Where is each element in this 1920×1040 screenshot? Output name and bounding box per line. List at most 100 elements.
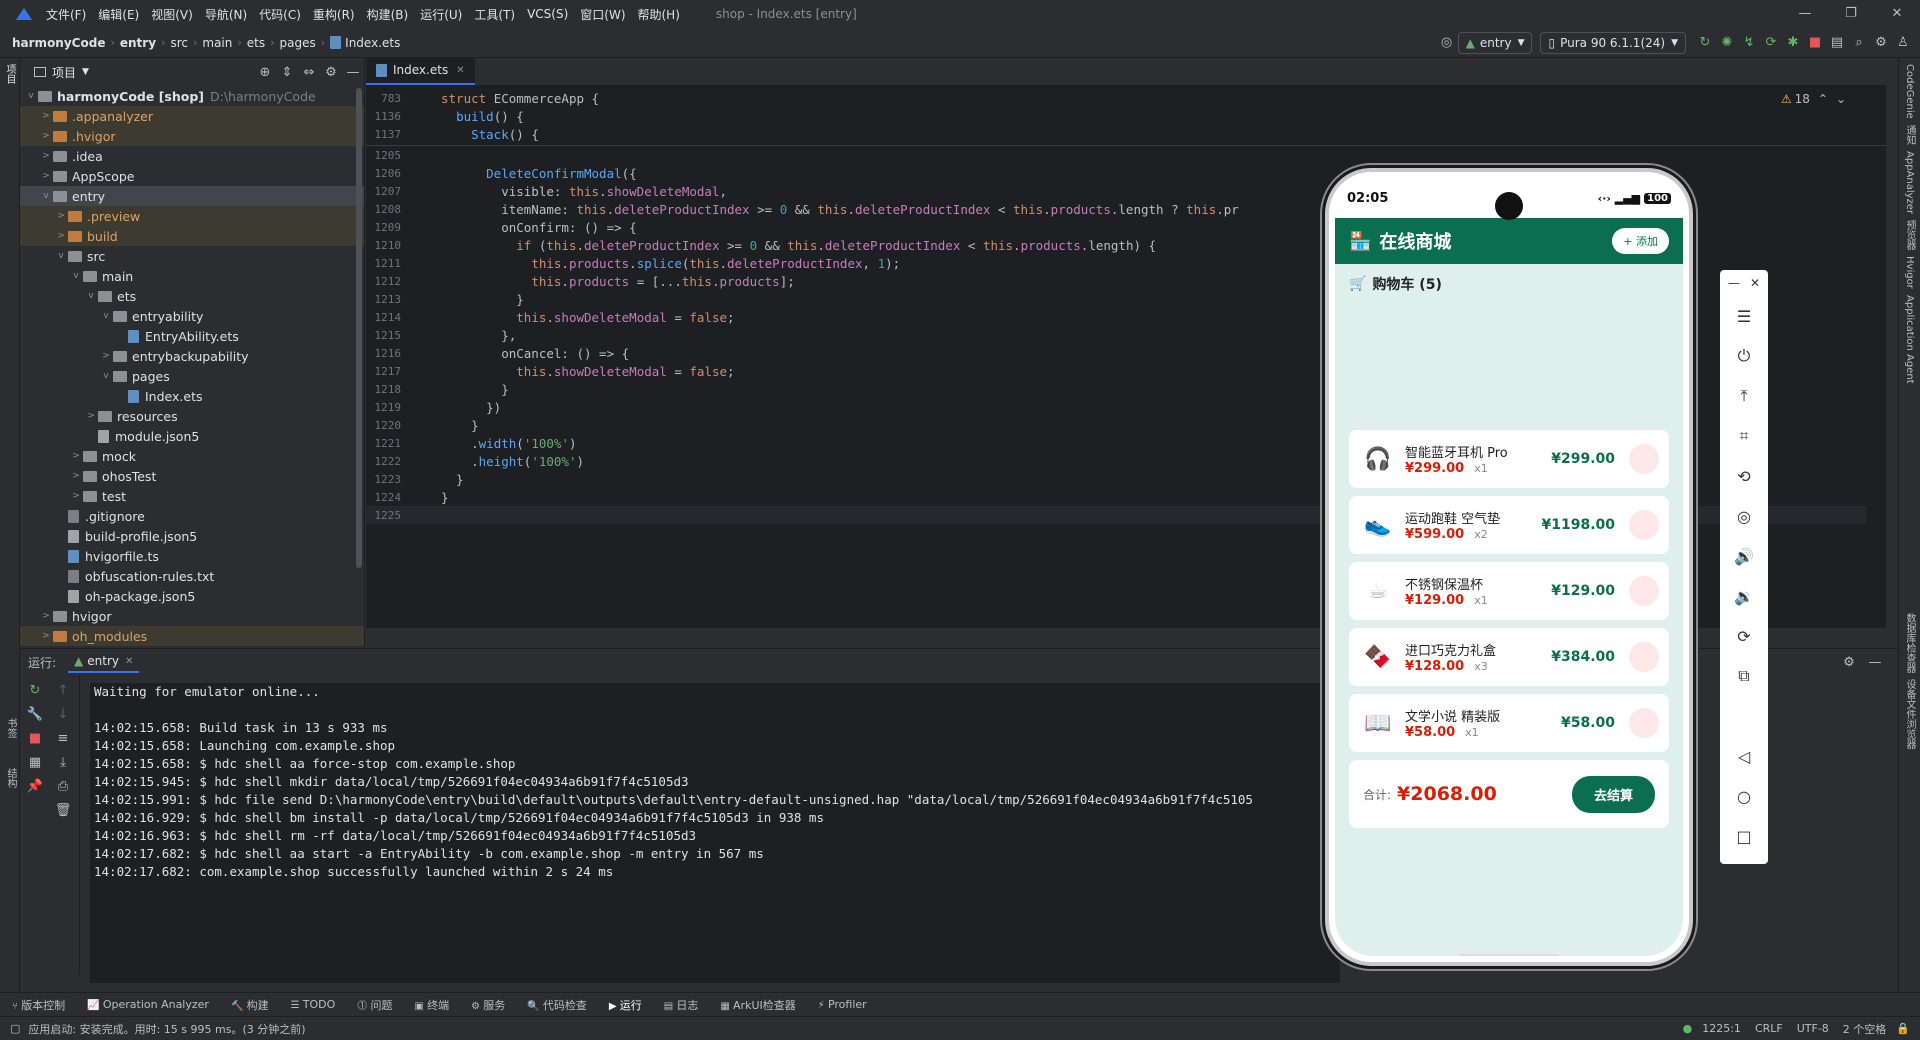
menu-item[interactable]: VCS(S) (527, 7, 568, 21)
tool-hvigor[interactable]: Hvigor (1904, 256, 1915, 289)
tree-node[interactable]: > .preview (20, 206, 364, 226)
layout-icon[interactable]: ▦ (24, 751, 46, 773)
hide-panel-icon[interactable]: — (1864, 651, 1886, 673)
code-line[interactable]: 1205 (366, 146, 1866, 164)
pin-icon[interactable]: 📌 (24, 775, 46, 797)
tool-database-inspector[interactable]: 数据库检查器 (1902, 613, 1917, 673)
collapse-all-icon[interactable]: ⇔ (298, 61, 320, 83)
bottom-tab[interactable]: 📈 Operation Analyzer (87, 998, 209, 1011)
connection-icon[interactable]: ● (1683, 1022, 1693, 1035)
target-icon[interactable]: ◎ (1436, 32, 1458, 54)
bottom-tab[interactable]: ☰ TODO (291, 998, 336, 1011)
breadcrumb-item[interactable]: src (170, 36, 188, 50)
breadcrumb-item[interactable]: ets (247, 36, 265, 50)
tree-node[interactable]: v entryability (20, 306, 364, 326)
bottom-tab[interactable]: 🔍 代码检查 (527, 997, 587, 1013)
menu-item[interactable]: 代码(C) (259, 6, 301, 23)
delete-item-button[interactable] (1629, 510, 1659, 540)
bookmarks-tool-button[interactable]: 书签 (3, 718, 18, 738)
tree-node[interactable]: build-profile.json5 (20, 526, 364, 546)
code-line[interactable]: 783 struct ECommerceApp { (366, 89, 1886, 107)
arrow-down-icon[interactable]: ↓ (52, 703, 74, 725)
tree-node[interactable]: > entrybackupability (20, 346, 364, 366)
gear-icon[interactable]: ⚙ (1838, 651, 1860, 673)
tab-index-ets[interactable]: Index.ets ✕ (366, 57, 475, 85)
menu-item[interactable]: 导航(N) (205, 6, 247, 23)
menu-item[interactable]: 重构(R) (313, 6, 355, 23)
minimize-icon[interactable]: — (1782, 0, 1828, 28)
arrow-up-icon[interactable]: ↑ (52, 679, 74, 701)
delete-item-button[interactable] (1629, 576, 1659, 606)
breadcrumb-item[interactable]: harmonyCode (12, 36, 105, 50)
trash-icon[interactable]: 🗑 (52, 799, 74, 821)
delete-item-button[interactable] (1629, 708, 1659, 738)
tree-node[interactable]: > build (20, 226, 364, 246)
restore-icon[interactable]: ❐ (1828, 0, 1874, 28)
project-panel-title[interactable]: 项目 (52, 64, 76, 81)
chevron-down-icon[interactable]: ▼ (82, 67, 89, 77)
delete-item-button[interactable] (1629, 642, 1659, 672)
apply-changes-icon[interactable]: ⟳ (1760, 32, 1782, 54)
tree-node[interactable]: Index.ets (20, 386, 364, 406)
structure-tool-button[interactable]: 结构 (3, 768, 18, 788)
crop-icon[interactable]: ⌗ (1739, 416, 1748, 456)
breadcrumb-item[interactable]: main (202, 36, 232, 50)
hide-panel-icon[interactable]: — (342, 61, 364, 83)
menu-item[interactable]: 帮助(H) (638, 6, 680, 23)
upload-icon[interactable]: ⤒ (1740, 376, 1747, 416)
tree-node[interactable]: v pages (20, 366, 364, 386)
emulator-screen[interactable]: 02:05 ‹·› ▂▄▆ 100 🏪 在线商城 + 添加 🛒 购物车 (5) … (1335, 178, 1683, 956)
line-separator[interactable]: CRLF (1755, 1022, 1783, 1035)
minimize-icon[interactable]: — (1728, 276, 1740, 290)
close-icon[interactable]: ✕ (1750, 276, 1760, 290)
bottom-tab[interactable]: ⓵ 问题 (357, 997, 392, 1013)
sticky-scroll-header[interactable]: 783 struct ECommerceApp {1136 build() {11… (366, 86, 1886, 146)
tool-notifications[interactable]: 通知 (1902, 125, 1917, 145)
attach-debugger-icon[interactable]: ↯ (1738, 32, 1760, 54)
tool-codegenie[interactable]: CodeGenie (1904, 64, 1915, 119)
tree-node[interactable]: obfuscation-rules.txt (20, 566, 364, 586)
tree-node[interactable]: .gitignore (20, 506, 364, 526)
cursor-position[interactable]: 1225:1 (1702, 1022, 1741, 1035)
add-product-button[interactable]: + 添加 (1612, 228, 1669, 254)
stop-icon[interactable]: ■ (24, 727, 46, 749)
chevron-down-icon[interactable]: ⌄ (1836, 92, 1846, 106)
wrench-icon[interactable]: 🔧 (24, 703, 46, 725)
tree-root[interactable]: v harmonyCode [shop] D:\harmonyCode (20, 86, 364, 106)
rerun-icon[interactable]: ↻ (24, 679, 46, 701)
menu-item[interactable]: 工具(T) (474, 6, 515, 23)
tree-node[interactable]: > test (20, 486, 364, 506)
bottom-tab[interactable]: ⚡ Profiler (818, 998, 867, 1011)
breadcrumb-item[interactable]: Index.ets (345, 36, 400, 50)
checkout-button[interactable]: 去结算 (1571, 775, 1655, 813)
tree-node[interactable]: EntryAbility.ets (20, 326, 364, 346)
close-tab-icon[interactable]: ✕ (456, 65, 464, 76)
tool-device-file-explorer[interactable]: 设备文件浏览器 (1902, 679, 1917, 749)
menu-item[interactable]: 窗口(W) (580, 6, 625, 23)
soft-wrap-icon[interactable]: ≡ (52, 727, 74, 749)
bottom-tab[interactable]: ▶ 运行 (609, 997, 642, 1013)
menu-item[interactable]: 构建(B) (367, 6, 409, 23)
bottom-tab[interactable]: ⑂ 版本控制 (12, 997, 65, 1013)
tree-node[interactable]: > .idea (20, 146, 364, 166)
breadcrumb-item[interactable]: pages (280, 36, 316, 50)
volume-down-icon[interactable]: 🔉 (1734, 576, 1754, 616)
chevron-up-icon[interactable]: ⌃ (1818, 92, 1828, 106)
tree-node[interactable]: > ohosTest (20, 466, 364, 486)
menu-item[interactable]: 文件(F) (46, 6, 86, 23)
breadcrumb-item[interactable]: entry (120, 36, 156, 50)
tree-node[interactable]: v src (20, 246, 364, 266)
scroll-to-end-icon[interactable]: ⤓ (52, 751, 74, 773)
file-encoding[interactable]: UTF-8 (1797, 1022, 1829, 1035)
rotate-icon[interactable]: ⟲ (1737, 456, 1750, 496)
screenshot-icon[interactable]: ◎ (1737, 496, 1751, 536)
run-tab-entry[interactable]: ▲ entry ✕ (68, 651, 140, 673)
settings-icon[interactable]: ⚙ (1870, 32, 1892, 54)
bottom-tab[interactable]: ▦ ArkUI检查器 (720, 997, 795, 1013)
inspection-widget[interactable]: ⚠ 18 ⌃ ⌄ (1781, 92, 1846, 106)
tool-application-agent[interactable]: Application Agent (1904, 295, 1915, 384)
tree-node[interactable]: hvigorfile.ts (20, 546, 364, 566)
debug-icon[interactable]: ✺ (1716, 32, 1738, 54)
project-scrollbar[interactable] (356, 88, 362, 568)
locate-icon[interactable]: ⊕ (254, 61, 276, 83)
